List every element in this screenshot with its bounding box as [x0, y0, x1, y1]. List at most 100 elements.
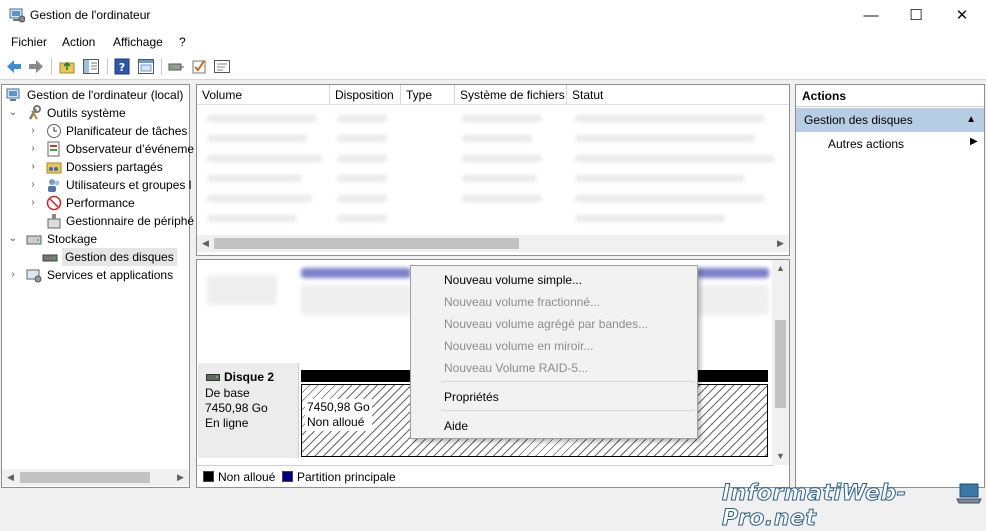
show-hide-tree-icon[interactable] — [82, 58, 100, 75]
tree-label: Stockage — [47, 232, 98, 246]
legend-unallocated: Non alloué — [218, 470, 276, 484]
menu-item-new-spanned-volume[interactable]: Nouveau volume fractionné... — [444, 292, 600, 312]
title-bar: Gestion de l'ordinateur — ☐ ✕ — [0, 0, 986, 31]
scroll-right-icon[interactable]: ▶ — [772, 235, 789, 252]
users-icon — [48, 179, 60, 192]
menu-affichage[interactable]: Affichage — [113, 35, 163, 49]
shared-folder-icon — [46, 162, 62, 174]
collapsed-chevron-icon[interactable]: › — [28, 194, 38, 212]
column-header-status[interactable]: Statut — [567, 85, 789, 105]
actions-group-label: Gestion des disques — [804, 113, 913, 127]
list-horizontal-scrollbar[interactable]: ◀ ▶ — [197, 235, 789, 252]
up-folder-icon[interactable] — [58, 58, 76, 75]
device-manager-icon — [47, 214, 61, 229]
menu-bar: Fichier Action Affichage ? — [0, 31, 986, 53]
actions-more-label: Autres actions — [828, 137, 905, 151]
actions-group-disk-management[interactable]: Gestion des disques ▲ — [796, 108, 984, 132]
menu-item-new-mirrored-volume[interactable]: Nouveau volume en miroir... — [444, 336, 593, 356]
back-icon[interactable] — [5, 58, 23, 75]
menu-separator — [441, 381, 695, 382]
menu-fichier[interactable]: Fichier — [11, 35, 47, 49]
computer-management-icon — [9, 8, 25, 23]
collapsed-chevron-icon[interactable]: › — [8, 266, 18, 284]
tree-horizontal-scrollbar[interactable]: ◀ ▶ — [2, 469, 189, 486]
collapse-arrow-icon[interactable]: ▲ — [966, 108, 976, 132]
event-viewer-icon — [47, 141, 60, 157]
column-header-type[interactable]: Type — [401, 85, 455, 105]
tree-label: Utilisateurs et groupes l — [66, 178, 192, 192]
tree-label: Gestion de l'ordinateur (local) — [27, 88, 184, 102]
column-header-volume[interactable]: Volume — [197, 85, 330, 105]
menu-item-new-striped-volume[interactable]: Nouveau volume agrégé par bandes... — [444, 314, 648, 334]
disk-status: En ligne — [205, 416, 249, 430]
legend: Non alloué Partition principale — [197, 465, 774, 487]
tree-label: Performance — [66, 196, 135, 210]
menu-item-help[interactable]: Aide — [444, 416, 468, 436]
menu-item-new-raid5-volume[interactable]: Nouveau Volume RAID-5... — [444, 358, 588, 378]
partition-size: 7450,98 Go — [307, 400, 370, 414]
toolbar-separator — [51, 58, 52, 75]
performance-icon — [46, 195, 62, 211]
actions-header: Actions — [796, 85, 984, 107]
disk-size: 7450,98 Go — [205, 401, 268, 415]
console-icon[interactable] — [213, 58, 231, 75]
column-header-filesystem[interactable]: Système de fichiers — [455, 85, 567, 105]
scrollbar-thumb[interactable] — [214, 238, 519, 249]
column-header-disposition[interactable]: Disposition — [330, 85, 401, 105]
disk-name: Disque 2 — [224, 370, 275, 384]
services-icon — [26, 269, 42, 283]
legend-swatch-primary — [282, 471, 293, 482]
scrollbar-thumb[interactable] — [775, 320, 786, 408]
tree-label: Planificateur de tâches — [66, 124, 188, 138]
watermark-text: InformatiWeb-Pro.net — [722, 481, 907, 531]
submenu-arrow-icon[interactable]: ▶ — [970, 136, 978, 147]
expanded-chevron-icon[interactable]: ⌄ — [8, 104, 18, 122]
laptop-logo-icon — [956, 483, 982, 504]
menu-separator — [441, 410, 695, 411]
tree-label: Outils système — [47, 106, 126, 120]
disk-icon — [206, 374, 220, 381]
collapsed-chevron-icon[interactable]: › — [28, 140, 38, 158]
storage-icon — [26, 235, 42, 245]
expanded-chevron-icon[interactable]: ⌄ — [8, 230, 18, 248]
forward-icon[interactable] — [27, 58, 45, 75]
tree-label: Dossiers partagés — [66, 160, 163, 174]
disk-vertical-scrollbar[interactable]: ▲ ▼ — [772, 260, 789, 465]
tools-icon — [28, 105, 41, 120]
properties-icon[interactable] — [137, 58, 155, 75]
minimize-button[interactable]: — — [848, 0, 894, 31]
collapsed-chevron-icon[interactable]: › — [28, 176, 38, 194]
toolbar-separator — [107, 58, 108, 75]
menu-help[interactable]: ? — [179, 35, 186, 49]
maximize-button[interactable]: ☐ — [893, 0, 939, 31]
scroll-right-icon[interactable]: ▶ — [172, 469, 189, 486]
toolbar: ? — [0, 53, 986, 80]
context-menu: Nouveau volume simple... Nouveau volume … — [410, 265, 698, 439]
clock-icon — [47, 124, 61, 138]
legend-primary: Partition principale — [297, 470, 396, 484]
navigation-tree: Gestion de l'ordinateur (local) ⌄ Outils… — [1, 84, 194, 488]
actions-more-item[interactable]: Autres actions — [828, 134, 904, 154]
collapsed-chevron-icon[interactable]: › — [28, 122, 38, 140]
disk-type: De base — [205, 386, 250, 400]
menu-action[interactable]: Action — [62, 35, 95, 49]
disk-management-icon — [42, 254, 58, 262]
close-button[interactable]: ✕ — [939, 0, 985, 31]
tree-label: Services et applications — [47, 268, 174, 282]
collapsed-chevron-icon[interactable]: › — [28, 158, 38, 176]
disk-label-box[interactable]: Disque 2 De base 7450,98 Go En ligne — [198, 363, 299, 458]
volume-list: Volume Disposition Type Système de fichi… — [196, 84, 790, 256]
check-icon[interactable] — [190, 58, 208, 75]
menu-item-properties[interactable]: Propriétés — [444, 387, 499, 407]
connect-drive-icon[interactable] — [167, 58, 185, 75]
partition-status: Non alloué — [307, 415, 365, 429]
scroll-down-icon[interactable]: ▼ — [772, 448, 789, 465]
scroll-left-icon[interactable]: ◀ — [197, 235, 214, 252]
scrollbar-thumb[interactable] — [20, 472, 150, 483]
help-icon[interactable]: ? — [113, 58, 131, 75]
tree-label: Observateur d’événeme — [66, 142, 195, 156]
tree-label: Gestionnaire de périphé — [66, 214, 195, 228]
menu-item-new-simple-volume[interactable]: Nouveau volume simple... — [444, 270, 582, 290]
scroll-left-icon[interactable]: ◀ — [2, 469, 19, 486]
scroll-up-icon[interactable]: ▲ — [772, 260, 789, 277]
